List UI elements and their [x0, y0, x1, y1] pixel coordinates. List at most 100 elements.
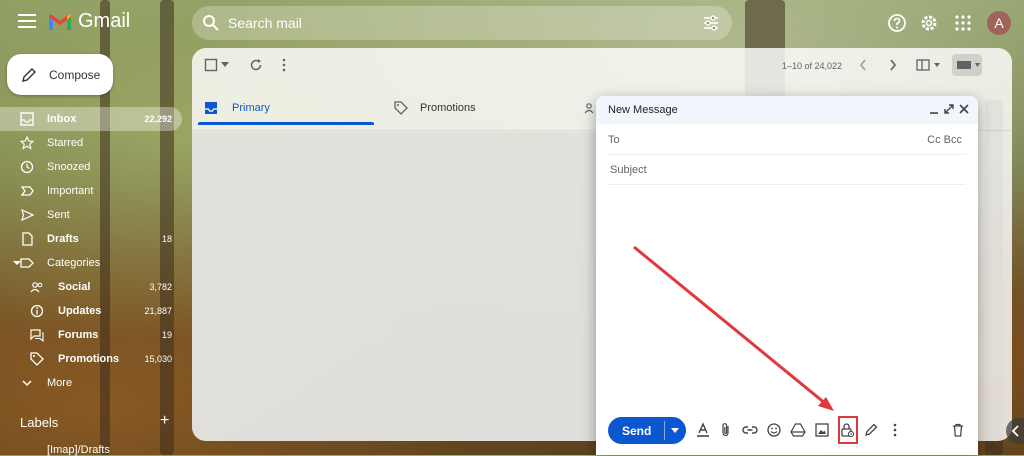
sidebar-item-updates[interactable]: Updates 21,887	[0, 299, 182, 323]
tab-promotions[interactable]: Promotions	[394, 86, 476, 130]
subject-field[interactable]	[608, 156, 966, 185]
sidebar-item-promotions[interactable]: Promotions 15,030	[0, 347, 182, 371]
tab-label: Promotions	[420, 102, 476, 114]
cc-bcc-toggle[interactable]: Cc Bcc	[927, 134, 962, 146]
send-button[interactable]: Send	[608, 417, 686, 444]
sidebar-item-label: Promotions	[58, 353, 120, 365]
message-list	[192, 132, 597, 441]
inbox-icon	[20, 112, 34, 126]
labels-heading: Labels	[20, 415, 59, 430]
sidebar-item-label: Categories	[47, 257, 101, 269]
send-divider	[664, 421, 665, 440]
sidebar-item-categories[interactable]: Categories	[0, 251, 182, 275]
gmail-m-icon	[49, 13, 71, 30]
tab-label: Primary	[232, 102, 270, 114]
schedule-send-dropdown-icon[interactable]	[670, 427, 680, 434]
category-count: 21,887	[144, 306, 172, 316]
sidebar-item-label: Inbox	[47, 113, 77, 125]
search-input[interactable]	[226, 14, 650, 32]
avatar[interactable]: A	[987, 11, 1011, 35]
filter-icon[interactable]	[702, 14, 720, 32]
send-label: Send	[622, 424, 652, 438]
chevron-left-icon[interactable]	[858, 58, 868, 72]
top-bar: Gmail A	[0, 0, 1024, 46]
info-icon	[30, 304, 44, 318]
compose-label: Compose	[49, 67, 101, 82]
sidebar-item-social[interactable]: Social 3,782	[0, 275, 182, 299]
menu-icon[interactable]	[18, 14, 36, 28]
help-icon[interactable]	[886, 12, 908, 34]
unread-count: 22,292	[144, 114, 172, 124]
input-tools-button[interactable]	[952, 54, 982, 76]
keyboard-icon	[957, 61, 980, 69]
trash-icon[interactable]	[950, 422, 966, 438]
search-icon[interactable]	[202, 14, 220, 32]
more-vert-icon[interactable]	[281, 58, 287, 72]
add-label-button[interactable]: +	[160, 412, 169, 430]
sidebar-item-label: Important	[47, 185, 94, 197]
close-icon[interactable]	[958, 103, 970, 115]
inbox-icon	[205, 102, 217, 114]
sidebar-item-inbox[interactable]: Inbox 22,292	[0, 107, 182, 131]
sidebar-item-more[interactable]: More	[0, 371, 182, 395]
star-icon	[20, 136, 34, 150]
sidebar-item-drafts[interactable]: Drafts 18	[0, 227, 182, 251]
sidebar-item-important[interactable]: Important	[0, 179, 182, 203]
send-icon	[21, 208, 34, 222]
page-range: 1–10 of 24,022	[782, 61, 843, 71]
refresh-icon[interactable]	[249, 58, 263, 72]
photo-icon[interactable]	[814, 422, 830, 438]
attach-icon[interactable]	[718, 422, 734, 438]
sidebar-item-label: More	[47, 377, 73, 389]
tag-icon	[394, 101, 408, 115]
sidebar-item-label: Updates	[58, 305, 102, 317]
sidebar-item-label: Social	[58, 281, 91, 293]
compose-button[interactable]: Compose	[7, 54, 113, 95]
app-name: Gmail	[78, 10, 131, 32]
signature-pen-icon[interactable]	[863, 422, 879, 438]
sidebar-item-sent[interactable]: Sent	[0, 203, 182, 227]
chevron-down-icon[interactable]	[221, 62, 229, 68]
gmail-logo[interactable]: Gmail	[48, 10, 130, 33]
pencil-icon	[22, 67, 36, 82]
formatting-icon[interactable]	[695, 422, 711, 438]
sidebar-item-label: Sent	[47, 209, 70, 221]
important-icon	[20, 186, 34, 196]
more-options-icon[interactable]	[887, 422, 903, 438]
category-count: 15,030	[144, 354, 172, 364]
compose-window: New Message To Cc Bcc Send	[596, 96, 978, 455]
people-icon	[30, 282, 43, 293]
active-tab-indicator	[198, 122, 374, 125]
chevron-right-icon[interactable]	[888, 58, 898, 72]
draft-icon	[22, 232, 33, 246]
chevron-down-icon	[22, 380, 32, 387]
category-count: 3,782	[149, 282, 172, 292]
fullscreen-icon[interactable]	[943, 103, 955, 115]
side-panel-toggle[interactable]	[1006, 418, 1024, 444]
emoji-icon[interactable]	[766, 422, 782, 438]
draft-count: 18	[161, 234, 172, 244]
gear-icon[interactable]	[918, 12, 940, 34]
compose-title: New Message	[608, 104, 678, 116]
link-icon[interactable]	[742, 422, 758, 438]
apps-icon[interactable]	[952, 12, 974, 34]
search-bar[interactable]	[192, 6, 732, 40]
sidebar-label-item[interactable]: [Imap]/Drafts	[47, 444, 110, 456]
to-field[interactable]: To Cc Bcc	[608, 126, 966, 155]
forum-icon	[30, 329, 44, 342]
sidebar-item-starred[interactable]: Starred	[0, 131, 182, 155]
sidebar-item-forums[interactable]: Forums 19	[0, 323, 182, 347]
sidebar-item-snoozed[interactable]: Snoozed	[0, 155, 182, 179]
sidebar-item-label: Forums	[58, 329, 99, 341]
select-checkbox-icon[interactable]	[204, 58, 218, 72]
split-pane-icon[interactable]	[916, 58, 942, 72]
tag-icon	[30, 352, 44, 366]
mail-toolbar: 1–10 of 24,022	[192, 48, 1012, 84]
drive-icon[interactable]	[790, 422, 806, 438]
minimize-icon[interactable]	[928, 103, 940, 115]
category-count: 19	[161, 330, 172, 340]
compose-header[interactable]: New Message	[596, 96, 978, 124]
sidebar-item-label: Starred	[47, 137, 84, 149]
message-body[interactable]	[608, 186, 966, 406]
subject-input[interactable]	[608, 163, 952, 177]
